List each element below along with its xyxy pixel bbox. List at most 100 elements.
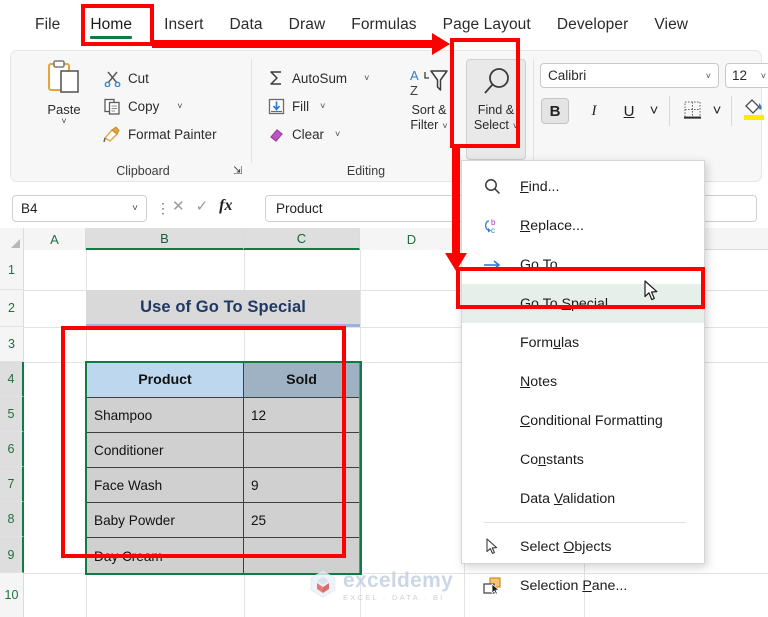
menu-item-replace-label: Replace... — [520, 217, 584, 234]
clipboard-group-label: Clipboard — [116, 164, 170, 178]
tab-insert[interactable]: Insert — [151, 12, 216, 38]
cut-button[interactable]: Cut — [103, 69, 149, 87]
tab-formulas[interactable]: Formulas — [338, 12, 429, 38]
annotation-arrow-shaft-horizontal — [152, 40, 434, 48]
table-row[interactable]: 9 — [244, 468, 359, 503]
tab-file[interactable]: File — [22, 12, 73, 38]
fill-chevron-down-icon[interactable]: ˅ — [320, 102, 325, 111]
table-header-product[interactable]: Product — [87, 363, 244, 398]
paintbrush-icon — [103, 125, 121, 143]
autosum-chevron-down-icon[interactable]: ˅ — [364, 74, 369, 83]
select-all-corner[interactable] — [0, 228, 24, 250]
borders-chevron-down-icon[interactable]: ˅ — [710, 103, 724, 118]
menu-item-notes[interactable]: Notes — [462, 362, 704, 401]
clear-label: Clear — [292, 126, 324, 142]
format-painter-button[interactable]: Format Painter — [103, 125, 217, 143]
paste-chevron-down-icon[interactable]: ˅ — [61, 117, 66, 126]
menu-item-go-to[interactable]: Go To... — [462, 245, 704, 284]
magnifier-icon — [478, 63, 514, 103]
tab-home[interactable]: Home — [77, 12, 145, 39]
row-header-10[interactable]: 10 — [0, 573, 24, 617]
font-name-chevron-down-icon[interactable]: ˅ — [706, 71, 711, 80]
sort-and-filter-button[interactable]: A Z Sort & Filter ˅ — [397, 63, 461, 133]
tab-view[interactable]: View — [641, 12, 701, 38]
replace-icon: b c — [482, 216, 502, 236]
menu-item-select-objects[interactable]: Select Objects — [462, 527, 704, 566]
table-row[interactable]: 25 — [244, 503, 359, 538]
table-row[interactable]: 12 — [244, 398, 359, 433]
bold-button[interactable]: B — [541, 98, 569, 124]
tab-developer-label: Developer — [556, 15, 629, 33]
row-header-6[interactable]: 6 — [0, 432, 24, 467]
column-header-d[interactable]: D — [360, 228, 464, 250]
table-row[interactable]: Shampoo — [87, 398, 244, 433]
clipboard-dialog-launcher-icon[interactable]: ⇲ — [233, 164, 242, 177]
fill-color-button[interactable] — [741, 96, 767, 126]
table-row[interactable] — [244, 433, 359, 468]
underline-button[interactable]: U — [616, 98, 642, 124]
menu-item-selection-pane[interactable]: Selection Pane... — [462, 566, 704, 605]
italic-button[interactable]: I — [581, 98, 607, 124]
name-box[interactable]: B4 ˅ — [12, 195, 147, 222]
clear-button[interactable]: Clear ˅ — [267, 125, 340, 143]
font-name-combobox[interactable]: Calibri ˅ — [540, 63, 719, 88]
copy-button[interactable]: Copy ˅ — [103, 97, 183, 115]
menu-item-formulas[interactable]: Formulas — [462, 323, 704, 362]
sort-filter-chevron-down-icon[interactable]: ˅ — [442, 121, 447, 130]
autosum-button[interactable]: AutoSum ˅ — [267, 69, 369, 87]
row-header-2[interactable]: 2 — [0, 290, 24, 327]
borders-button[interactable] — [679, 98, 705, 124]
underline-chevron-down-icon[interactable]: ˅ — [647, 103, 661, 118]
table-row[interactable]: Conditioner — [87, 433, 244, 468]
menu-item-selection-pane-label: Selection Pane... — [520, 577, 628, 594]
formula-bar-grip[interactable]: ⋮ — [156, 200, 170, 217]
column-header-c[interactable]: C — [244, 228, 360, 250]
tab-data[interactable]: Data — [217, 12, 276, 38]
table-header-sold[interactable]: Sold — [244, 363, 359, 398]
title-cell[interactable]: Use of Go To Special — [86, 290, 360, 327]
tab-home-label: Home — [90, 15, 133, 33]
table-row[interactable]: Face Wash — [87, 468, 244, 503]
font-size-chevron-down-icon[interactable]: ˅ — [761, 71, 766, 80]
confirm-entry-icon[interactable]: ✓ — [196, 197, 209, 215]
clear-chevron-down-icon[interactable]: ˅ — [335, 130, 340, 139]
paste-button[interactable]: Paste ˅ — [33, 59, 95, 155]
table-row[interactable]: Baby Powder — [87, 503, 244, 538]
name-box-value: B4 — [21, 201, 38, 216]
table-row[interactable]: Day Cream — [87, 538, 244, 574]
column-header-b[interactable]: B — [86, 228, 244, 250]
menu-item-conditional-formatting[interactable]: Conditional Formatting — [462, 401, 704, 440]
fill-button[interactable]: Fill ˅ — [267, 97, 325, 115]
font-size-combobox[interactable]: 12 ˅ — [725, 63, 768, 88]
row-header-5[interactable]: 5 — [0, 397, 24, 432]
row-header-8[interactable]: 8 — [0, 502, 24, 537]
row-header-1[interactable]: 1 — [0, 250, 24, 290]
mouse-cursor-icon — [644, 280, 660, 302]
column-header-a[interactable]: A — [24, 228, 86, 250]
row-header-3[interactable]: 3 — [0, 327, 24, 362]
menu-item-constants[interactable]: Constants — [462, 440, 704, 479]
cancel-entry-icon[interactable]: ✕ — [172, 197, 185, 215]
menu-item-data-validation[interactable]: Data Validation — [462, 479, 704, 518]
menu-item-replace[interactable]: b c Replace... — [462, 206, 704, 245]
name-box-chevron-down-icon[interactable]: ˅ — [132, 203, 138, 214]
row-header-9[interactable]: 9 — [0, 537, 24, 573]
copy-chevron-down-icon[interactable]: ˅ — [177, 102, 182, 111]
column-header-b-label: B — [160, 230, 169, 246]
row-header-4[interactable]: 4 — [0, 362, 24, 397]
menu-item-find[interactable]: Find... — [462, 167, 704, 206]
cut-label: Cut — [128, 70, 149, 86]
find-and-select-button[interactable]: Find & Select ˅ — [464, 63, 528, 133]
find-select-label-line1: Find & — [477, 103, 515, 117]
find-select-chevron-down-icon[interactable]: ˅ — [513, 121, 518, 130]
svg-text:Z: Z — [410, 83, 418, 98]
insert-function-icon[interactable]: fx — [219, 197, 232, 215]
menu-item-go-to-special[interactable]: Go To Special... — [462, 284, 704, 323]
column-header-a-label: A — [50, 231, 59, 247]
group-divider-1 — [251, 59, 252, 163]
menu-item-select-objects-label: Select Objects — [520, 538, 612, 555]
column-header-d-label: D — [406, 231, 417, 247]
tab-draw[interactable]: Draw — [276, 12, 339, 38]
row-header-7[interactable]: 7 — [0, 467, 24, 502]
tab-developer[interactable]: Developer — [544, 12, 642, 38]
